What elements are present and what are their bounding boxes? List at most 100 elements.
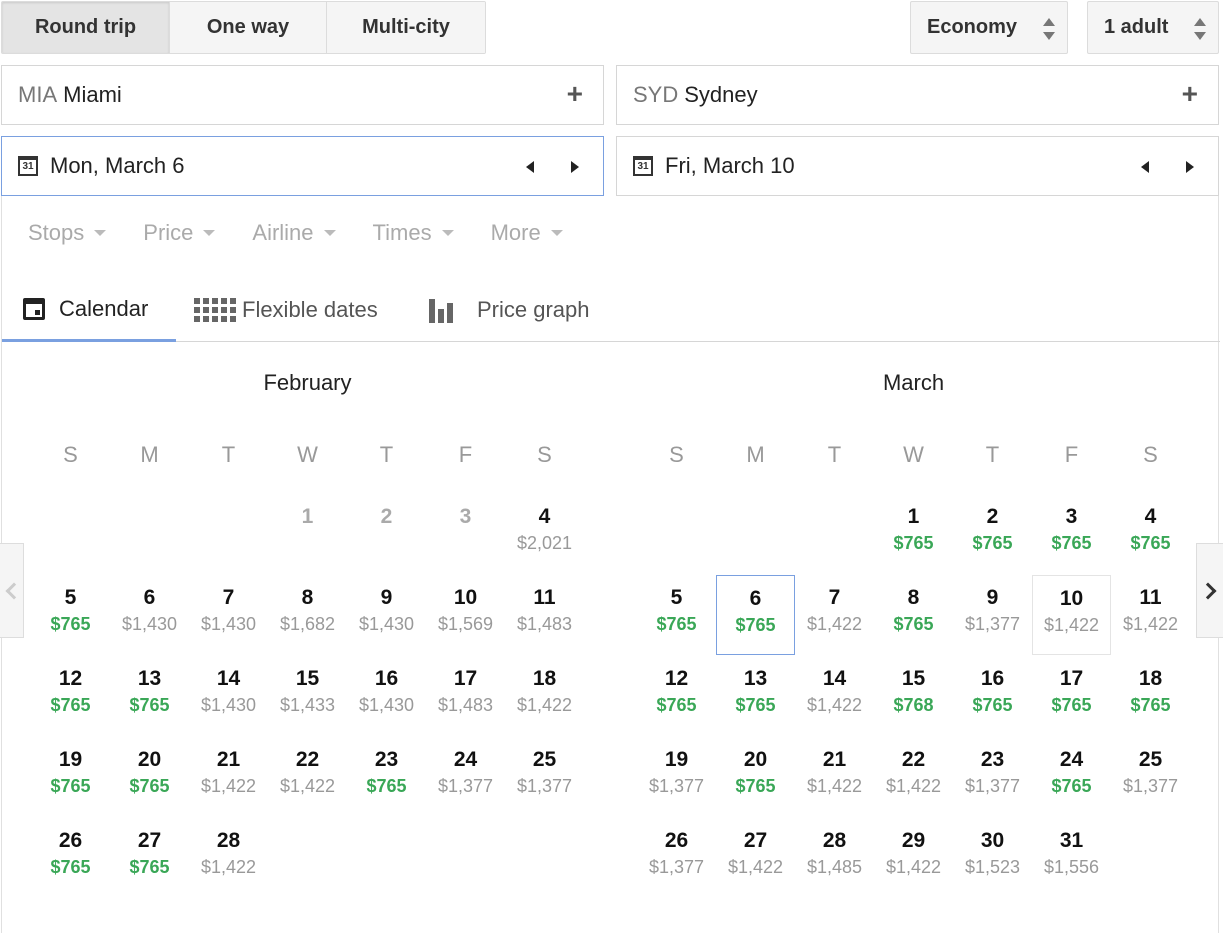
calendar-day[interactable]: 10 $1,422 xyxy=(1032,575,1111,655)
day-number: 7 xyxy=(828,586,841,609)
passengers-select[interactable]: 1 adult xyxy=(1087,1,1219,54)
day-number: 24 xyxy=(453,748,478,771)
calendar-day[interactable]: 6 $1,430 xyxy=(110,575,189,655)
calendar-day[interactable]: 30 $1,523 xyxy=(953,818,1032,898)
weekday-label: S xyxy=(1143,442,1158,467)
calendar-day[interactable]: 24 $1,377 xyxy=(426,737,505,817)
calendar-day[interactable]: 9 $1,430 xyxy=(347,575,426,655)
calendar-day[interactable]: 12 $765 xyxy=(637,656,716,736)
filter-label: Stops xyxy=(28,220,85,245)
day-price: $1,422 xyxy=(279,776,336,796)
return-next-day-icon[interactable] xyxy=(1186,161,1194,173)
origin-code: MIA xyxy=(18,82,58,107)
calendar-day[interactable]: 11 $1,422 xyxy=(1111,575,1190,655)
calendar-day[interactable]: 7 $1,422 xyxy=(795,575,874,655)
filter-times[interactable]: Times xyxy=(373,220,454,246)
calendar-day[interactable]: 29 $1,422 xyxy=(874,818,953,898)
filter-more[interactable]: More xyxy=(491,220,563,246)
calendar-day[interactable]: 7 $1,430 xyxy=(189,575,268,655)
filter-price[interactable]: Price xyxy=(143,220,216,246)
calendar-day[interactable]: 6 $765 xyxy=(716,575,795,655)
calendar-day[interactable]: 13 $765 xyxy=(110,656,189,736)
up-down-arrows-icon xyxy=(1043,16,1055,42)
day-price: $1,422 xyxy=(1043,615,1100,635)
caret-down-icon xyxy=(550,230,563,236)
calendar-day[interactable]: 16 $1,430 xyxy=(347,656,426,736)
day-number: 8 xyxy=(301,586,314,609)
day-number: 5 xyxy=(64,586,77,609)
one-way-button[interactable]: One way xyxy=(170,2,327,53)
calendar-day[interactable]: 20 $765 xyxy=(110,737,189,817)
return-prev-day-icon[interactable] xyxy=(1141,161,1149,173)
calendar-day[interactable]: 21 $1,422 xyxy=(795,737,874,817)
day-price: $765 xyxy=(50,695,91,715)
calendar-icon: 31 xyxy=(633,156,653,176)
calendar-day[interactable]: 19 $1,377 xyxy=(637,737,716,817)
calendar-day[interactable]: 8 $1,682 xyxy=(268,575,347,655)
calendar-day[interactable]: 19 $765 xyxy=(31,737,110,817)
prev-month-button[interactable] xyxy=(0,543,24,638)
add-destination-icon[interactable]: + xyxy=(1182,80,1198,108)
calendar-day[interactable]: 23 $1,377 xyxy=(953,737,1032,817)
tab-calendar[interactable]: Calendar xyxy=(2,278,176,342)
cabin-class-select[interactable]: Economy xyxy=(910,1,1068,54)
calendar-day[interactable]: 17 $1,483 xyxy=(426,656,505,736)
tab-flexible-dates[interactable]: Flexible dates xyxy=(194,278,378,342)
calendar-day[interactable]: 13 $765 xyxy=(716,656,795,736)
calendar-day[interactable]: 16 $765 xyxy=(953,656,1032,736)
calendar-day[interactable]: 4 $2,021 xyxy=(505,494,584,574)
destination-input[interactable]: SYD Sydney + xyxy=(616,65,1219,125)
calendar-day[interactable]: 17 $765 xyxy=(1032,656,1111,736)
calendar-day[interactable]: 23 $765 xyxy=(347,737,426,817)
calendar-day[interactable]: 15 $768 xyxy=(874,656,953,736)
day-price: $1,377 xyxy=(648,857,705,877)
calendar-day[interactable]: 26 $1,377 xyxy=(637,818,716,898)
depart-next-day-icon[interactable] xyxy=(571,161,579,173)
calendar-day[interactable]: 27 $1,422 xyxy=(716,818,795,898)
filter-stops[interactable]: Stops xyxy=(28,220,107,246)
calendar-day[interactable]: 12 $765 xyxy=(31,656,110,736)
filter-airline[interactable]: Airline xyxy=(252,220,336,246)
calendar-day[interactable]: 9 $1,377 xyxy=(953,575,1032,655)
calendar-day[interactable]: 24 $765 xyxy=(1032,737,1111,817)
origin-input[interactable]: MIA Miami + xyxy=(1,65,604,125)
next-month-button[interactable] xyxy=(1196,543,1223,638)
calendar-day[interactable]: 3 $765 xyxy=(1032,494,1111,574)
calendar-day[interactable]: 1 $765 xyxy=(874,494,953,574)
calendar-day[interactable]: 27 $765 xyxy=(110,818,189,898)
calendar-day[interactable]: 22 $1,422 xyxy=(268,737,347,817)
calendar-day[interactable]: 14 $1,422 xyxy=(795,656,874,736)
depart-date-input[interactable]: 31 Mon, March 6 xyxy=(1,136,604,196)
calendar-day[interactable]: 15 $1,433 xyxy=(268,656,347,736)
calendar-day[interactable]: 8 $765 xyxy=(874,575,953,655)
day-number: 23 xyxy=(980,748,1005,771)
calendar-day[interactable]: 31 $1,556 xyxy=(1032,818,1111,898)
calendar-day[interactable]: 21 $1,422 xyxy=(189,737,268,817)
day-number: 25 xyxy=(532,748,557,771)
calendar-day[interactable]: 5 $765 xyxy=(31,575,110,655)
tab-price-graph[interactable]: Price graph xyxy=(429,278,590,342)
round-trip-button[interactable]: Round trip xyxy=(2,2,170,53)
calendar-day[interactable]: 14 $1,430 xyxy=(189,656,268,736)
calendar-day[interactable]: 22 $1,422 xyxy=(874,737,953,817)
add-origin-icon[interactable]: + xyxy=(567,80,583,108)
depart-prev-day-icon[interactable] xyxy=(526,161,534,173)
calendar-day[interactable]: 20 $765 xyxy=(716,737,795,817)
calendar-day[interactable]: 25 $1,377 xyxy=(1111,737,1190,817)
calendar-day[interactable]: 18 $1,422 xyxy=(505,656,584,736)
day-price: $1,569 xyxy=(437,614,494,634)
calendar-day[interactable]: 25 $1,377 xyxy=(505,737,584,817)
multi-city-button[interactable]: Multi-city xyxy=(327,2,485,53)
calendar-day[interactable]: 28 $1,485 xyxy=(795,818,874,898)
calendar-day[interactable]: 2 $765 xyxy=(953,494,1032,574)
calendar-day[interactable]: 18 $765 xyxy=(1111,656,1190,736)
calendar-day[interactable]: 26 $765 xyxy=(31,818,110,898)
calendar-day[interactable]: 5 $765 xyxy=(637,575,716,655)
return-date-input[interactable]: 31 Fri, March 10 xyxy=(616,136,1219,196)
day-price: $1,422 xyxy=(1122,614,1179,634)
calendar-day[interactable]: 11 $1,483 xyxy=(505,575,584,655)
calendar-day[interactable]: 10 $1,569 xyxy=(426,575,505,655)
calendar-day[interactable]: 4 $765 xyxy=(1111,494,1190,574)
calendar-day[interactable]: 28 $1,422 xyxy=(189,818,268,898)
day-price: $765 xyxy=(1051,776,1092,796)
